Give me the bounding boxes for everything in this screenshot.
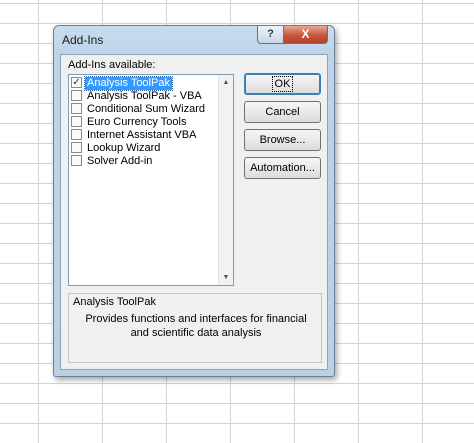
close-button[interactable]: X <box>283 26 328 44</box>
description-text: Provides functions and interfaces for fi… <box>85 313 307 339</box>
list-item-solver-add-in[interactable]: Solver Add-in <box>71 155 219 168</box>
vertical-scrollbar[interactable]: ▲ ▼ <box>218 75 233 285</box>
cancel-button-label: Cancel <box>265 106 300 118</box>
list-item-label: Analysis ToolPak <box>84 76 173 91</box>
scroll-down-arrow-icon[interactable]: ▼ <box>219 270 233 285</box>
list-item-analysis-toolpak[interactable]: ✓ Analysis ToolPak <box>71 76 219 91</box>
checkbox-checked[interactable]: ✓ <box>71 77 82 88</box>
description-title: Analysis ToolPak <box>73 296 156 308</box>
list-item-label: Euro Currency Tools <box>87 116 187 128</box>
list-item-conditional-sum-wizard[interactable]: Conditional Sum Wizard <box>71 103 219 116</box>
list-item-internet-assistant-vba[interactable]: Internet Assistant VBA <box>71 129 219 142</box>
list-item-euro-currency-tools[interactable]: Euro Currency Tools <box>71 116 219 129</box>
browse-button[interactable]: Browse... <box>244 129 321 151</box>
dialog-title: Add-Ins <box>62 33 104 47</box>
description-group: Analysis ToolPak Provides functions and … <box>68 293 322 363</box>
list-item-lookup-wizard[interactable]: Lookup Wizard <box>71 142 219 155</box>
list-item-analysis-toolpak-vba[interactable]: Analysis ToolPak - VBA <box>71 90 219 103</box>
checkbox[interactable] <box>71 116 82 127</box>
checkbox[interactable] <box>71 155 82 166</box>
ok-button-label: OK <box>271 76 294 92</box>
checkbox[interactable] <box>71 90 82 101</box>
list-item-label: Analysis ToolPak - VBA <box>87 90 202 102</box>
automation-button[interactable]: Automation... <box>244 157 321 179</box>
browse-button-label: Browse... <box>259 134 306 146</box>
dialog-body: Add-Ins available: ✓ Analysis ToolPak An… <box>60 54 328 370</box>
add-ins-list[interactable]: ✓ Analysis ToolPak Analysis ToolPak - VB… <box>68 74 234 286</box>
checkbox[interactable] <box>71 103 82 114</box>
checkbox[interactable] <box>71 129 82 140</box>
title-bar: Add-Ins ? X <box>54 26 334 54</box>
help-button[interactable]: ? <box>257 26 284 44</box>
add-ins-available-label: Add-Ins available: <box>68 59 156 71</box>
automation-button-label: Automation... <box>250 162 315 174</box>
list-item-label: Internet Assistant VBA <box>87 129 197 141</box>
list-item-label: Solver Add-in <box>87 155 153 167</box>
list-item-label: Conditional Sum Wizard <box>87 103 205 115</box>
add-ins-dialog: Add-Ins ? X Add-Ins available: ✓ Analysi… <box>53 25 335 377</box>
scroll-up-arrow-icon[interactable]: ▲ <box>219 75 233 90</box>
cancel-button[interactable]: Cancel <box>244 101 321 123</box>
ok-button[interactable]: OK <box>244 73 321 95</box>
checkbox[interactable] <box>71 142 82 153</box>
list-item-label: Lookup Wizard <box>87 142 161 154</box>
